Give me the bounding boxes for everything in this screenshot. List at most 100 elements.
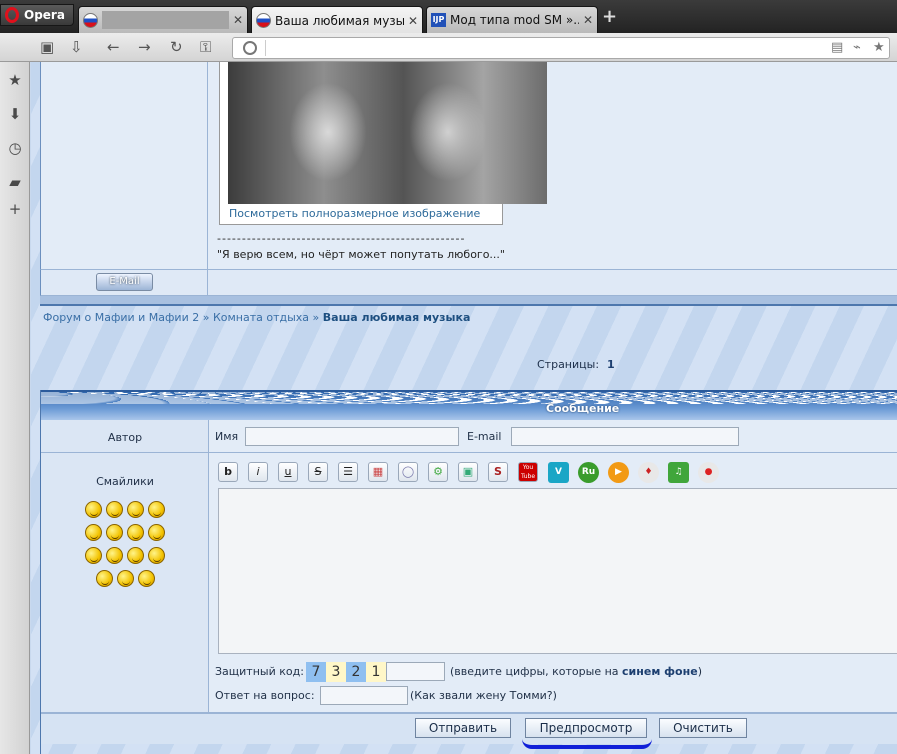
spoiler-button[interactable]: ⚙ — [428, 462, 448, 482]
smiley-icon[interactable] — [95, 570, 113, 587]
captcha-digit: 1 — [366, 662, 386, 682]
email-button[interactable]: E-Mail — [96, 273, 153, 291]
record-button[interactable]: ● — [698, 462, 719, 483]
globe-icon — [243, 41, 257, 55]
tab-1[interactable]: ✕ — [78, 6, 248, 33]
current-page: 1 — [607, 358, 615, 371]
reload-icon[interactable]: ↻ — [170, 39, 183, 55]
key-icon[interactable]: ⚿ — [200, 39, 211, 55]
youtube-button[interactable]: You Tube — [518, 462, 538, 482]
smiley-icon[interactable] — [148, 547, 165, 564]
preview-button[interactable]: Предпросмотр — [525, 718, 647, 738]
captcha-digit: 7 — [306, 662, 326, 682]
email-label: E-mail — [467, 430, 502, 443]
smileys-grid — [77, 501, 173, 593]
post-footer-row: E-Mail — [40, 269, 897, 296]
web-page: Посмотреть полноразмерное изображение --… — [31, 62, 897, 754]
captcha-row: Защитный код: 7 3 2 1 (введите цифры, ко… — [215, 662, 895, 682]
smiley-icon[interactable] — [137, 570, 155, 587]
smiley-icon[interactable] — [85, 547, 102, 564]
captcha-label: Защитный код: — [215, 665, 304, 678]
close-tab-icon[interactable]: ✕ — [233, 13, 243, 27]
address-bar[interactable]: ▤ ⌁ ★ — [232, 37, 890, 59]
smiley-icon[interactable] — [127, 547, 144, 564]
reader-icon[interactable]: ▤ — [831, 40, 843, 55]
play-button[interactable]: ▶ — [608, 462, 629, 483]
color-button[interactable]: ▦ — [368, 462, 388, 482]
reply-form-title: Сообщение — [546, 402, 620, 415]
message-textarea[interactable] — [218, 488, 897, 654]
close-tab-icon[interactable]: ✕ — [408, 14, 418, 28]
site-favicon-icon: IJP — [431, 13, 446, 27]
add-panel-icon[interactable]: + — [6, 200, 24, 218]
email-input[interactable] — [511, 427, 739, 446]
message-row: Смайлики b i u S ☰ ▦ ◯ ⚙ ▣ S You Tube V Ru ▶ ♦ ♫ ● Защит… — [41, 453, 897, 713]
tab-title: Ваша любимая музы... — [275, 13, 404, 28]
tab-2[interactable]: Ваша любимая музы... ✕ — [251, 6, 423, 34]
smiley-icon[interactable] — [85, 501, 102, 518]
notes-icon[interactable]: ▰ — [6, 173, 24, 191]
image-button[interactable]: ▣ — [458, 462, 478, 482]
smule-button[interactable]: ♦ — [638, 462, 659, 483]
captcha-image: 7 3 2 1 — [306, 662, 386, 682]
quote-button[interactable]: ◯ — [398, 462, 418, 482]
image-thumbnail-box: Посмотреть полноразмерное изображение — [219, 62, 547, 225]
form-buttons-bar: Отправить Предпросмотр Очистить — [41, 713, 897, 744]
captcha-hint: (введите цифры, которые на синем фоне) — [450, 665, 702, 678]
smiley-icon[interactable] — [148, 524, 165, 541]
signature-quote: "Я верю всем, но чёрт может попутать люб… — [217, 248, 505, 261]
smiley-icon[interactable] — [85, 524, 102, 541]
vimeo-button[interactable]: V — [548, 462, 569, 483]
captcha-input[interactable] — [386, 662, 445, 681]
full-size-image-link[interactable]: Посмотреть полноразмерное изображение — [229, 207, 480, 220]
send-button[interactable]: Отправить — [415, 718, 511, 738]
downloads-icon[interactable]: ⬇ — [6, 105, 24, 123]
smiley-icon[interactable] — [106, 524, 123, 541]
back-icon[interactable]: ← — [107, 39, 120, 55]
close-tab-icon[interactable]: ✕ — [583, 13, 593, 27]
forward-icon[interactable]: → — [138, 39, 151, 55]
new-tab-button[interactable]: + — [602, 6, 617, 27]
smiley-icon[interactable] — [148, 501, 165, 518]
breadcrumb-section[interactable]: Комната отдыха — [213, 311, 309, 324]
side-panel: ★ ⬇ ◷ ▰ + — [0, 62, 30, 754]
bold-button[interactable]: b — [218, 462, 238, 482]
smileys-column: Смайлики — [41, 453, 209, 712]
preview-hand-underline — [522, 739, 652, 749]
tab-3[interactable]: IJP Мод типа mod SM »... ✕ — [426, 6, 598, 33]
name-label: Имя — [215, 430, 239, 443]
smiley-icon[interactable] — [116, 570, 134, 587]
history-clock-icon[interactable]: ◷ — [6, 139, 24, 157]
music-button[interactable]: ♫ — [668, 462, 689, 483]
rutube-button[interactable]: Ru — [578, 462, 599, 483]
smiley-icon[interactable] — [106, 547, 123, 564]
smiley-icon[interactable] — [127, 501, 144, 518]
browser-toolbar: ▣ ⇩ ← → ↻ ⚿ ▤ ⌁ ★ — [0, 33, 897, 62]
italic-button[interactable]: i — [248, 462, 268, 482]
panels-icon[interactable]: ▣ — [40, 39, 54, 55]
bookmarks-star-icon[interactable]: ★ — [6, 71, 24, 89]
underline-button[interactable]: u — [278, 462, 298, 482]
author-row: Автор Имя E-mail — [41, 420, 897, 453]
name-input[interactable] — [245, 427, 459, 446]
opera-menu-button[interactable]: Opera — [0, 4, 74, 26]
smiley-icon[interactable] — [127, 524, 144, 541]
clear-button[interactable]: Очистить — [659, 718, 747, 738]
opera-logo-icon — [5, 7, 19, 23]
align-button[interactable]: ☰ — [338, 462, 358, 482]
answer-input[interactable] — [320, 686, 408, 705]
breadcrumb-forum[interactable]: Форум о Мафии и Мафии 2 — [43, 311, 199, 324]
flash-button[interactable]: S — [488, 462, 508, 482]
bookmark-star-icon[interactable]: ★ — [873, 40, 885, 55]
breadcrumb-topic[interactable]: Ваша любимая музыка — [323, 311, 471, 324]
post-image[interactable] — [228, 62, 547, 204]
captcha-digit: 3 — [326, 662, 346, 682]
pagination: Страницы: 1 — [537, 358, 615, 371]
strike-button[interactable]: S — [308, 462, 328, 482]
reply-form: Сообщение Автор Имя E-mail Смайлики biuS… — [40, 390, 897, 754]
smileys-label: Смайлики — [96, 475, 154, 488]
rss-icon[interactable]: ⌁ — [853, 40, 861, 55]
smiley-icon[interactable] — [106, 501, 123, 518]
author-label: Автор — [107, 431, 143, 444]
download-icon[interactable]: ⇩ — [70, 39, 83, 55]
